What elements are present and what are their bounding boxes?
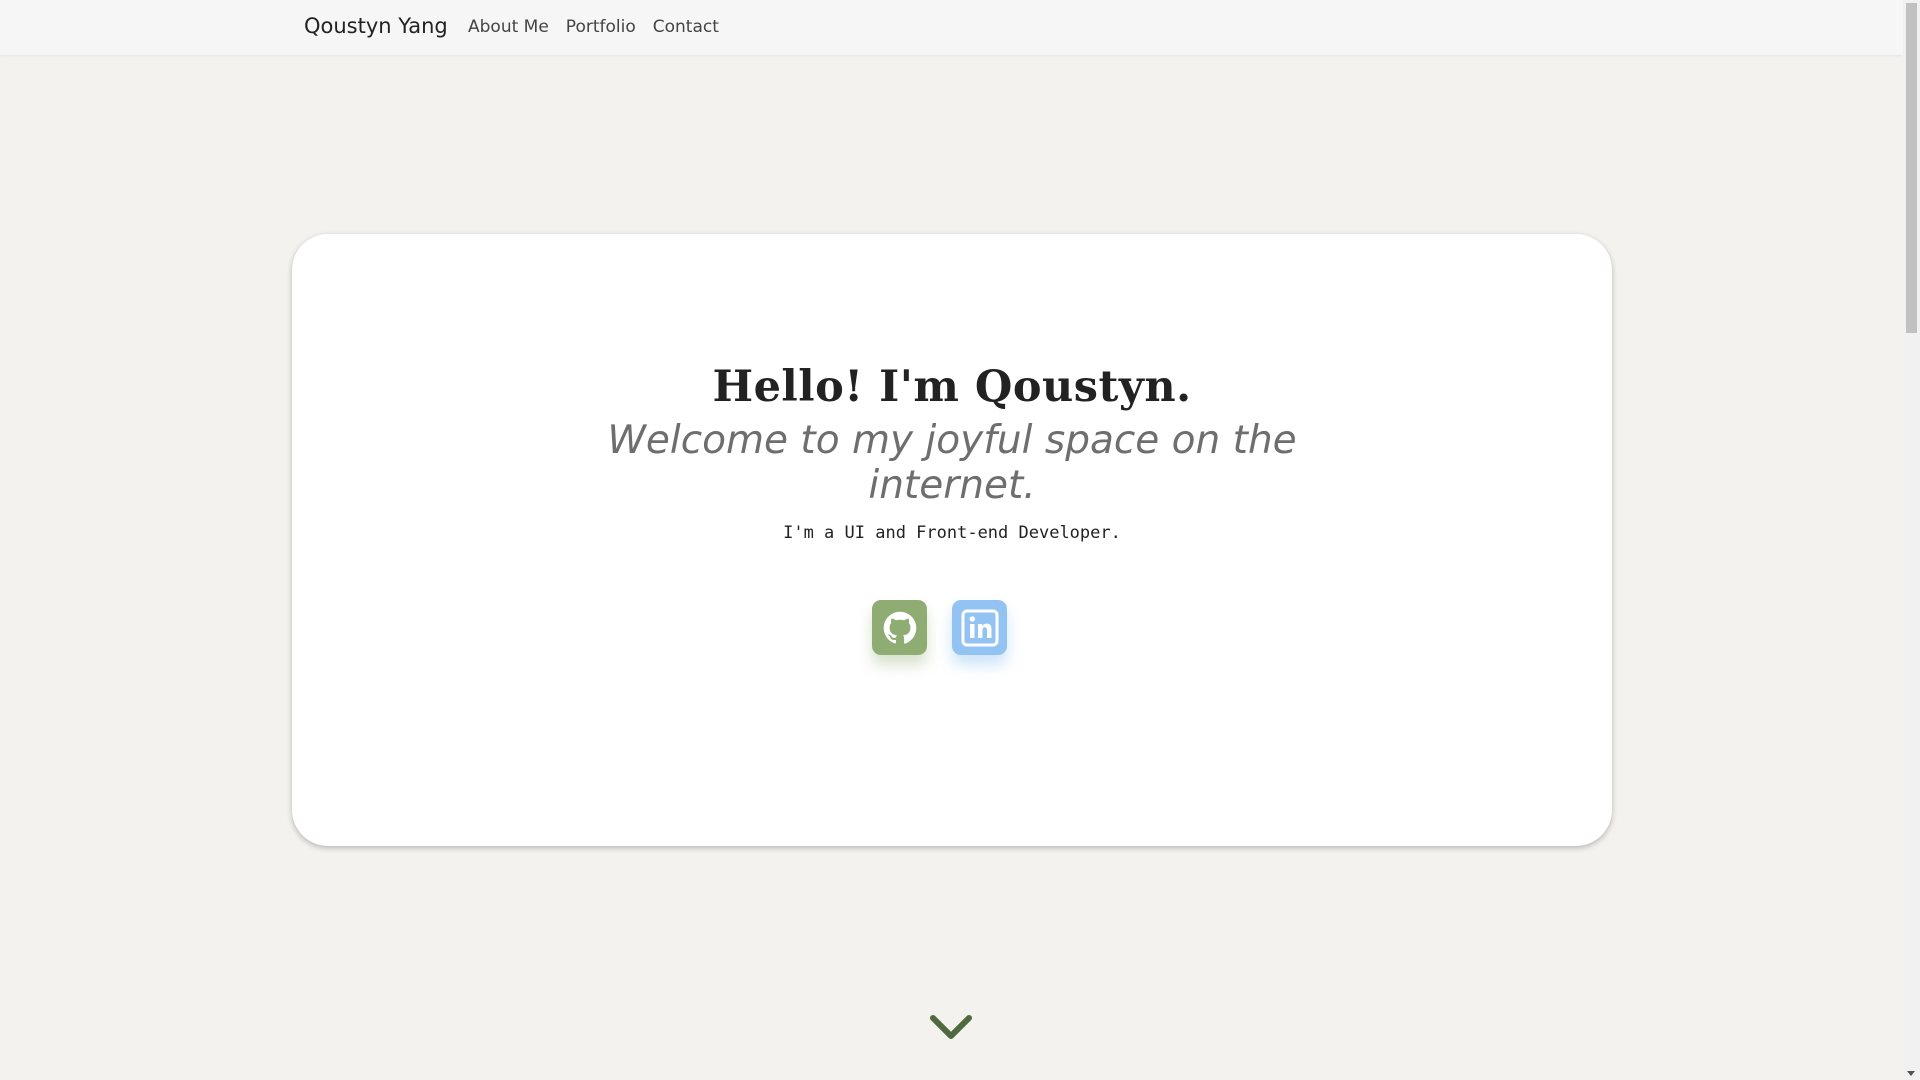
- social-links: [872, 600, 1007, 655]
- hero-title: Hello! I'm Qoustyn.: [712, 362, 1192, 412]
- github-button[interactable]: [872, 600, 927, 655]
- hero-card: Hello! I'm Qoustyn. Welcome to my joyful…: [292, 234, 1612, 846]
- nav-link-about-me[interactable]: About Me: [468, 17, 549, 37]
- hero-role: I'm a UI and Front-end Developer.: [783, 523, 1121, 543]
- navbar: Qoustyn Yang About Me Portfolio Contact: [0, 0, 1903, 55]
- nav-link-portfolio[interactable]: Portfolio: [566, 17, 636, 37]
- linkedin-icon: [961, 609, 998, 646]
- scroll-down-arrow-icon[interactable]: [1907, 1071, 1915, 1076]
- nav-links: About Me Portfolio Contact: [468, 17, 719, 37]
- nav-link-contact[interactable]: Contact: [653, 17, 719, 37]
- scroll-thumb[interactable]: [1906, 3, 1917, 333]
- hero-subtitle: Welcome to my joyful space on the intern…: [607, 418, 1297, 508]
- scrollbar[interactable]: [1903, 0, 1920, 1080]
- brand-link[interactable]: Qoustyn Yang: [304, 14, 448, 38]
- github-icon: [883, 611, 916, 644]
- linkedin-button[interactable]: [952, 600, 1007, 655]
- page: Qoustyn Yang About Me Portfolio Contact …: [0, 0, 1920, 1080]
- scroll-down-button[interactable]: [928, 1012, 974, 1044]
- chevron-down-icon: [930, 1015, 972, 1039]
